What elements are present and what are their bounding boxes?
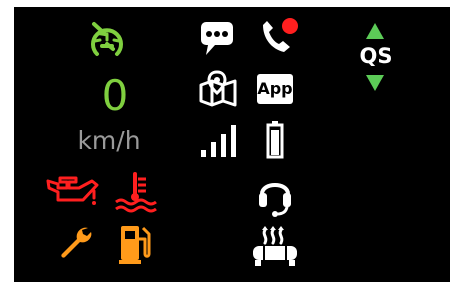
app-label: App: [257, 79, 293, 98]
oil-pressure-warning-icon: [46, 176, 99, 205]
cruise-control-icon: [91, 22, 123, 56]
phone-call-icon[interactable]: [256, 14, 300, 57]
quickshifter-down-arrow-icon: [366, 75, 384, 91]
battery-icon: [266, 121, 284, 159]
quickshifter-up-arrow-icon: [366, 23, 384, 39]
page: 0 km/h QS App: [0, 0, 462, 290]
heated-grips-icon[interactable]: [249, 226, 301, 268]
fuel-icon: [119, 226, 151, 264]
speed-value: 0: [101, 71, 129, 120]
message-icon[interactable]: [199, 17, 236, 57]
headset-icon[interactable]: [255, 172, 295, 218]
app-icon[interactable]: App: [257, 74, 293, 104]
coolant-temperature-warning-icon: [115, 172, 157, 213]
signal-strength-icon: [201, 125, 236, 157]
speed-unit: km/h: [77, 126, 141, 155]
service-wrench-icon: [61, 227, 92, 258]
quickshifter-label: QS: [359, 44, 393, 68]
navigation-map-icon[interactable]: [197, 68, 241, 108]
